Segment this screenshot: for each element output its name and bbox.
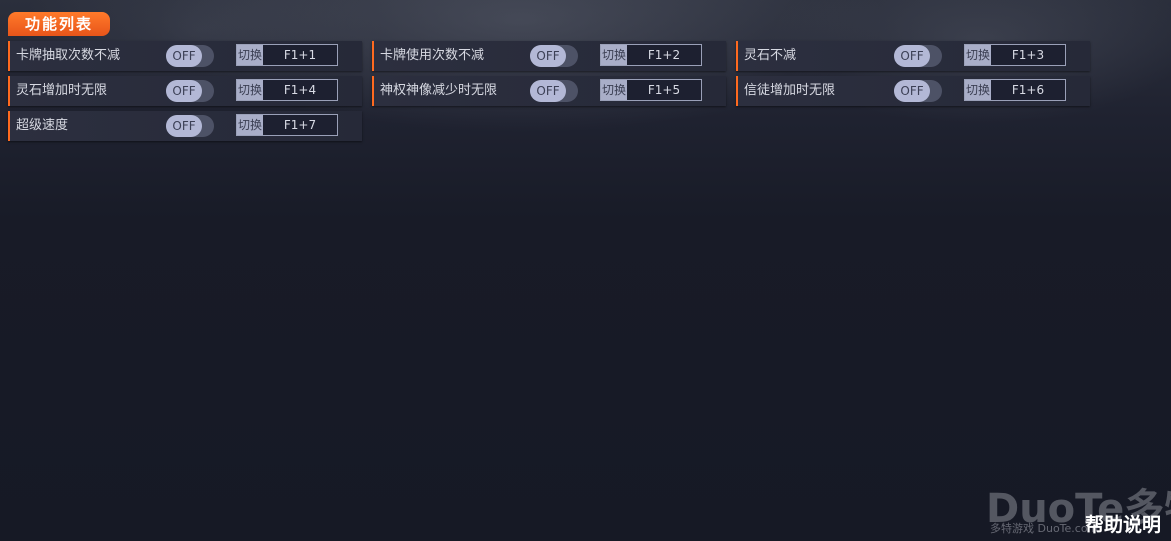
hotkey-label: 切换 [237,45,263,65]
feature-row-5: 神权神像减少时无限 OFF 切换 F1+5 [372,76,726,106]
hotkey-label: 切换 [237,80,263,100]
hotkey-label: 切换 [965,80,991,100]
feature-toggle[interactable]: OFF [894,45,942,67]
toggle-state: OFF [530,45,566,67]
feature-label: 灵石增加时无限 [16,83,108,98]
toggle-state: OFF [894,80,930,102]
feature-label: 神权神像减少时无限 [380,83,498,98]
feature-row-7: 超级速度 OFF 切换 F1+7 [8,111,362,141]
hotkey-field[interactable]: 切换 F1+7 [236,114,338,136]
feature-row-4: 灵石增加时无限 OFF 切换 F1+4 [8,76,362,106]
feature-row-1: 卡牌抽取次数不减 OFF 切换 F1+1 [8,41,362,71]
watermark-sub: 多特游戏 DuoTe.com [990,522,1099,535]
feature-label: 信徒增加时无限 [744,83,836,98]
toggle-state: OFF [530,80,566,102]
hotkey-value[interactable]: F1+6 [991,80,1065,100]
hotkey-label: 切换 [601,80,627,100]
help-button[interactable]: 帮助说明 [1085,510,1161,537]
hotkey-field[interactable]: 切换 F1+4 [236,79,338,101]
hotkey-label: 切换 [237,115,263,135]
feature-label: 超级速度 [16,118,69,133]
feature-row-2: 卡牌使用次数不减 OFF 切换 F1+2 [372,41,726,71]
hotkey-field[interactable]: 切换 F1+3 [964,44,1066,66]
feature-label: 卡牌抽取次数不减 [16,48,121,63]
feature-label: 卡牌使用次数不减 [380,48,485,63]
hotkey-field[interactable]: 切换 F1+5 [600,79,702,101]
hotkey-value[interactable]: F1+1 [263,45,337,65]
hotkey-field[interactable]: 切换 F1+2 [600,44,702,66]
hotkey-label: 切换 [965,45,991,65]
toggle-state: OFF [166,115,202,137]
toggle-state: OFF [894,45,930,67]
hotkey-value[interactable]: F1+3 [991,45,1065,65]
feature-toggle[interactable]: OFF [894,80,942,102]
feature-toggle[interactable]: OFF [166,45,214,67]
feature-toggle[interactable]: OFF [166,80,214,102]
hotkey-value[interactable]: F1+4 [263,80,337,100]
hotkey-label: 切换 [601,45,627,65]
toggle-state: OFF [166,45,202,67]
feature-toggle[interactable]: OFF [530,80,578,102]
hotkey-value[interactable]: F1+7 [263,115,337,135]
feature-list-tab: 功能列表 [8,12,110,36]
feature-row-6: 信徒增加时无限 OFF 切换 F1+6 [736,76,1090,106]
hotkey-value[interactable]: F1+2 [627,45,701,65]
hotkey-field[interactable]: 切换 F1+6 [964,79,1066,101]
hotkey-field[interactable]: 切换 F1+1 [236,44,338,66]
feature-label: 灵石不减 [744,48,797,63]
feature-row-3: 灵石不减 OFF 切换 F1+3 [736,41,1090,71]
feature-toggle[interactable]: OFF [166,115,214,137]
hotkey-value[interactable]: F1+5 [627,80,701,100]
feature-toggle[interactable]: OFF [530,45,578,67]
toggle-state: OFF [166,80,202,102]
